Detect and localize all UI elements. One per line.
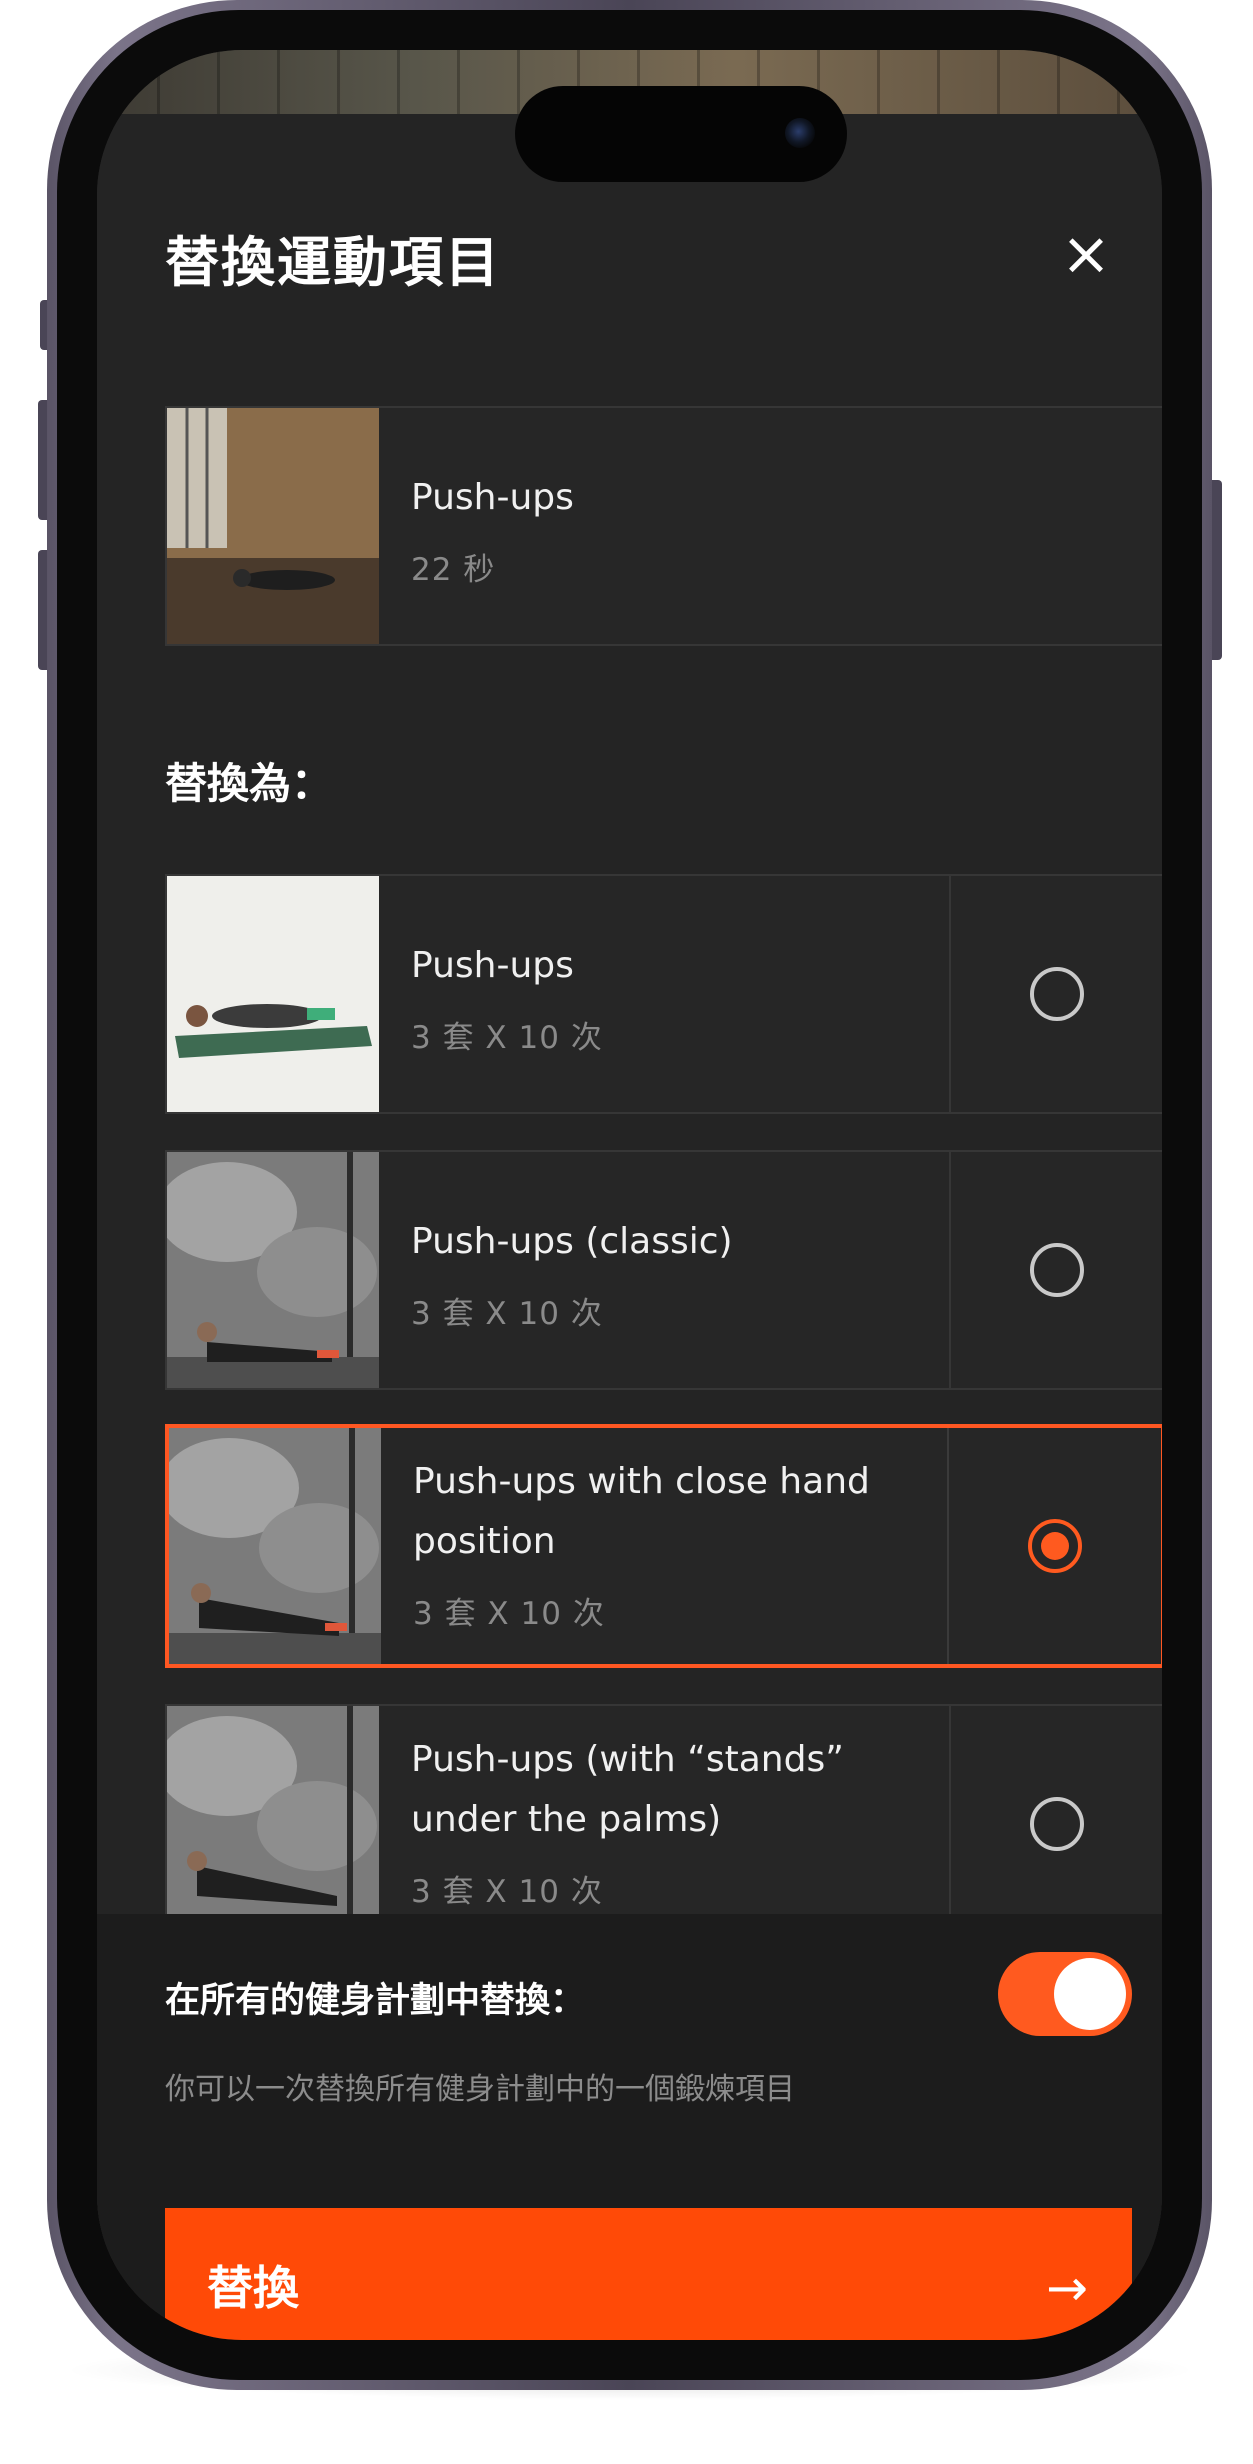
replacement-options-list: Push-ups 3 套 X 10 次 Push-ups (classic) 3… [97,874,1162,1914]
exercise-thumbnail [167,408,379,644]
exercise-thumbnail [169,1428,381,1664]
dynamic-island [515,86,847,182]
arrow-right-icon: → [1046,2259,1088,2317]
exercise-thumbnail [167,876,379,1112]
radio-selected-icon[interactable] [1028,1519,1082,1573]
option-card[interactable]: Push-ups (with “stands” under the palms)… [165,1704,1162,1914]
replace-button[interactable]: 替換 → [165,2208,1132,2340]
option-detail: 3 套 X 10 次 [411,1296,603,1332]
replace-with-label: 替換為： [165,759,334,808]
device-frame: 替換運動項目 × Push-ups 22 秒 替換為： Push-ups 3 套… [47,0,1212,2390]
option-radio-cell[interactable] [949,1152,1162,1388]
option-radio-cell[interactable] [949,1706,1162,1914]
replace-button-label: 替換 [207,2261,299,2315]
screen: 替換運動項目 × Push-ups 22 秒 替換為： Push-ups 3 套… [97,50,1162,2340]
radio-icon[interactable] [1030,1797,1084,1851]
option-name: Push-ups (with “stands” under the palms) [411,1739,844,1840]
camera-icon [785,118,815,148]
option-name: Push-ups [411,945,574,986]
option-card[interactable]: Push-ups (classic) 3 套 X 10 次 [165,1150,1162,1390]
option-name: Push-ups with close hand position [413,1461,870,1562]
option-radio-cell[interactable] [947,1428,1161,1664]
current-exercise-name: Push-ups [411,477,574,518]
current-exercise-card: Push-ups 22 秒 [165,406,1162,646]
option-card[interactable]: Push-ups 3 套 X 10 次 [165,874,1162,1114]
radio-icon[interactable] [1030,1243,1084,1297]
replace-all-toggle[interactable] [998,1952,1132,2036]
current-exercise-duration: 22 秒 [411,552,496,588]
bottom-panel: 在所有的健身計劃中替換： 你可以一次替換所有健身計劃中的一個鍛煉項目 替換 → [97,1914,1162,2340]
option-detail: 3 套 X 10 次 [413,1596,605,1632]
sheet-title: 替換運動項目 [165,231,501,294]
option-detail: 3 套 X 10 次 [411,1874,603,1910]
replace-exercise-sheet: 替換運動項目 × Push-ups 22 秒 替換為： Push-ups 3 套… [97,114,1162,2340]
option-detail: 3 套 X 10 次 [411,1020,603,1056]
replace-all-description: 你可以一次替換所有健身計劃中的一個鍛煉項目 [165,2072,795,2107]
device-bezel: 替換運動項目 × Push-ups 22 秒 替換為： Push-ups 3 套… [57,10,1202,2380]
close-icon[interactable]: × [1050,218,1122,290]
replace-all-toggle-label: 在所有的健身計劃中替換： [165,1981,586,2021]
option-radio-cell[interactable] [949,876,1162,1112]
option-name: Push-ups (classic) [411,1221,733,1262]
exercise-thumbnail [167,1152,379,1388]
radio-icon[interactable] [1030,967,1084,1021]
option-card-selected[interactable]: Push-ups with close hand position 3 套 X … [165,1424,1162,1668]
exercise-thumbnail [167,1706,379,1914]
toggle-knob [1054,1958,1126,2030]
